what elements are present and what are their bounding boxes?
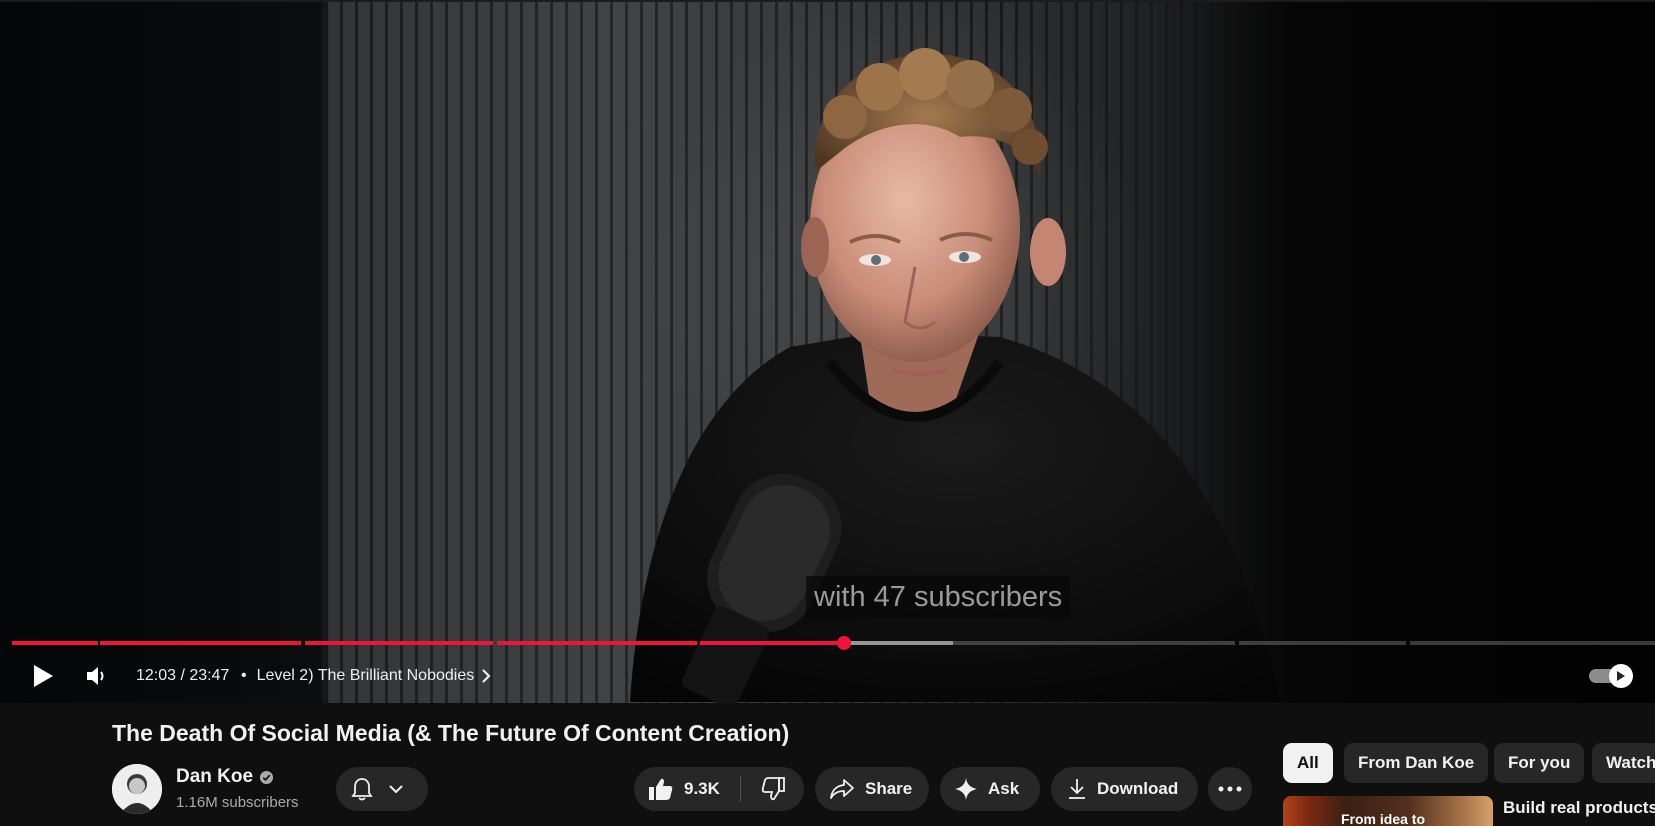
video-player[interactable]: with 47 subscribers 12:03 / 23:47 • Leve… [0,2,1655,703]
chapter-title: Level 2) The Brilliant Nobodies [256,667,475,684]
chapter-segment[interactable] [12,641,98,645]
more-icon [1218,786,1242,792]
channel-name: Dan Koe [176,766,254,787]
channel-name-link[interactable]: Dan Koe [176,766,274,788]
played-fill [497,641,697,645]
played-fill [12,641,98,645]
player-controls: 12:03 / 23:47 • Level 2) The Brilliant N… [0,657,1655,695]
more-actions-button[interactable] [1208,767,1252,811]
time-display: 12:03 / 23:47 [136,667,230,684]
verified-badge-icon [260,770,274,784]
autoplay-knob [1609,664,1633,688]
channel-avatar[interactable] [112,764,162,814]
like-count: 9.3K [684,779,720,798]
played-fill [100,641,301,645]
share-label: Share [865,779,913,798]
play-icon [34,665,53,687]
mute-button[interactable] [80,657,114,695]
chapter-button[interactable]: • Level 2) The Brilliant Nobodies [241,657,492,695]
share-button[interactable]: Share [815,767,929,811]
chapter-separator: • [241,667,247,684]
chapter-segment[interactable] [700,641,1235,645]
subtitle-caption: with 47 subscribers [806,576,1071,618]
progress-bar[interactable] [12,636,1655,650]
chip-from-dan-koe[interactable]: From Dan Koe [1344,743,1489,783]
ask-button[interactable]: Ask [940,767,1040,811]
chip-watched[interactable]: Watch [1592,743,1655,783]
recommendation-thumbnail[interactable]: From idea to [1283,796,1493,826]
thumbs-up-icon [649,778,673,800]
recommendation-title[interactable]: Build real products [1503,798,1655,818]
thumbnail-text: From idea to [1341,811,1426,826]
chapter-segment[interactable] [497,641,697,645]
chapter-segment[interactable] [305,641,493,645]
autoplay-toggle-icon [1617,671,1625,681]
share-icon [830,779,854,799]
chip-all[interactable]: All [1283,743,1333,783]
video-title: The Death Of Social Media (& The Future … [112,720,790,746]
chapter-segment[interactable] [1239,641,1406,645]
played-fill [305,641,493,645]
volume-icon [87,667,104,685]
thumbs-down-icon [761,777,785,801]
bell-icon [351,778,373,801]
chevron-right-icon [482,669,491,683]
played-fill [700,641,845,645]
subscribed-notifications-button[interactable] [336,767,428,811]
sparkle-icon [955,778,977,800]
chevron-down-icon [389,785,403,794]
chapter-segment[interactable] [1410,641,1655,645]
download-icon [1069,779,1085,799]
download-label: Download [1097,779,1179,798]
ask-label: Ask [988,779,1020,798]
subscriber-count: 1.16M subscribers [176,794,299,811]
autoplay-toggle[interactable] [1589,664,1633,688]
play-button[interactable] [26,657,60,695]
dislike-button[interactable] [741,767,803,811]
avatar-image [112,764,162,814]
chip-for-you[interactable]: For you [1494,743,1585,783]
like-dislike-group: 9.3K [634,767,804,811]
chapter-segment[interactable] [100,641,301,645]
download-button[interactable]: Download [1051,767,1198,811]
like-button[interactable]: 9.3K [634,767,740,811]
